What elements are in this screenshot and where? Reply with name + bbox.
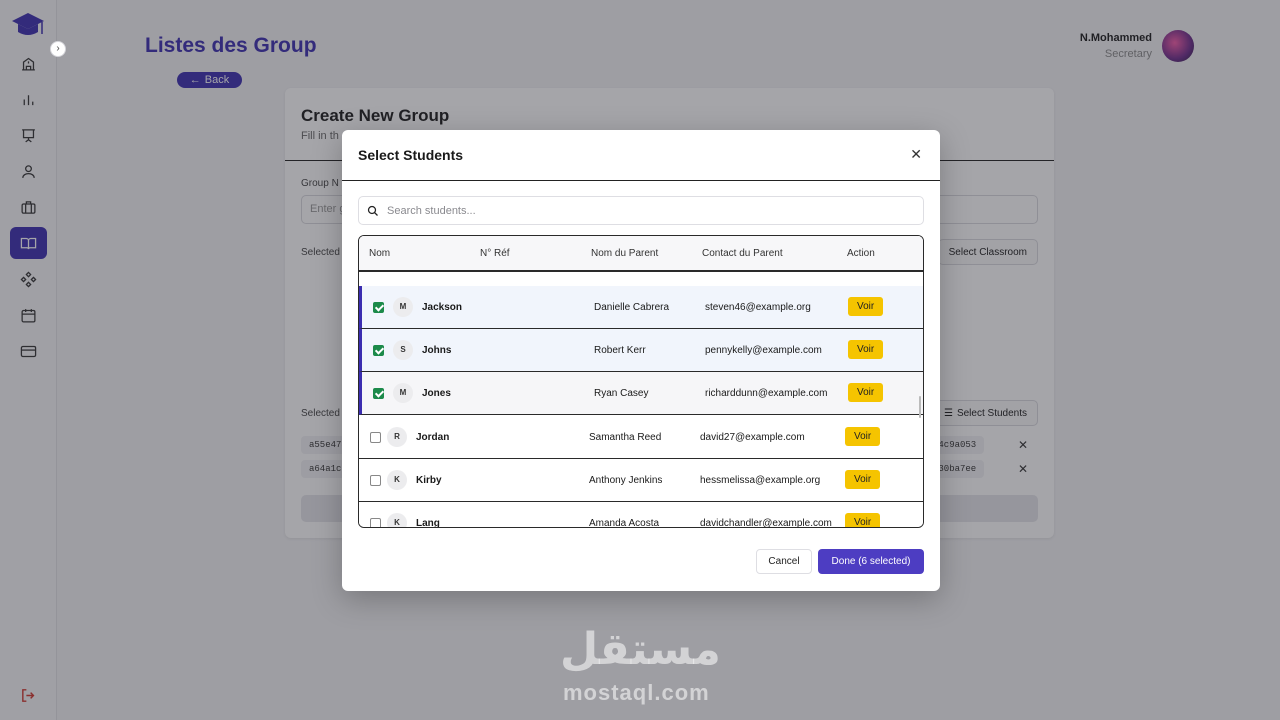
parent-name: Samantha Reed: [589, 432, 662, 443]
search-input[interactable]: [387, 204, 887, 217]
cancel-button[interactable]: Cancel: [756, 549, 812, 574]
parent-contact: steven46@example.org: [705, 302, 811, 313]
student-name: Jones: [422, 388, 451, 399]
select-students-modal: Select Students ✕ M Jackson Danielle Cab…: [342, 130, 940, 591]
table-row[interactable]: K Kirby Anthony Jenkins hessmelissa@exam…: [359, 459, 923, 502]
row-avatar: K: [387, 470, 407, 490]
table-row[interactable]: K Lang Amanda Acosta davidchandler@examp…: [359, 502, 923, 527]
row-avatar: R: [387, 427, 407, 447]
parent-contact: david27@example.com: [700, 432, 805, 443]
table-row[interactable]: R Jordan Samantha Reed david27@example.c…: [359, 416, 923, 459]
parent-name: Anthony Jenkins: [589, 475, 663, 486]
row-avatar: M: [393, 297, 413, 317]
column-header-contact: Contact du Parent: [702, 248, 783, 259]
row-checkbox[interactable]: [370, 475, 381, 486]
row-avatar: M: [393, 383, 413, 403]
table-row[interactable]: M Jackson Danielle Cabrera steven46@exam…: [359, 286, 923, 329]
row-avatar: K: [387, 513, 407, 527]
parent-name: Ryan Casey: [594, 388, 649, 399]
voir-button[interactable]: Voir: [845, 427, 881, 446]
parent-contact: hessmelissa@example.org: [700, 475, 821, 486]
parent-contact: pennykelly@example.com: [705, 345, 822, 356]
student-name: Johns: [422, 345, 452, 356]
voir-button[interactable]: Voir: [848, 340, 884, 359]
column-header-nom: Nom: [369, 248, 391, 259]
modal-divider: [342, 180, 940, 181]
row-checkbox[interactable]: [370, 432, 381, 443]
done-button[interactable]: Done (6 selected): [818, 549, 924, 574]
column-header-parent: Nom du Parent: [591, 248, 659, 259]
watermark-latin: mostaql.com: [563, 680, 710, 705]
row-checkbox[interactable]: [373, 302, 384, 313]
student-name: Jackson: [422, 302, 463, 313]
table-header: Nom N° Réf Nom du Parent Contact du Pare…: [359, 236, 923, 271]
voir-button[interactable]: Voir: [845, 470, 881, 489]
parent-name: Danielle Cabrera: [594, 302, 670, 313]
student-name: Kirby: [416, 475, 442, 486]
search-icon: [367, 205, 378, 216]
student-name: Jordan: [416, 432, 450, 443]
table-scrollbar[interactable]: [919, 396, 921, 418]
parent-name: Amanda Acosta: [589, 518, 660, 527]
column-header-action: Action: [847, 248, 875, 259]
close-icon[interactable]: ✕: [910, 146, 922, 163]
sidebar-collapse-button[interactable]: ›: [50, 41, 66, 57]
voir-button[interactable]: Voir: [848, 383, 884, 402]
student-name: Lang: [416, 518, 440, 527]
voir-button[interactable]: Voir: [845, 513, 881, 527]
column-header-ref: N° Réf: [480, 248, 510, 259]
students-table: M Jackson Danielle Cabrera steven46@exam…: [358, 235, 924, 528]
table-row[interactable]: M Jones Ryan Casey richarddunn@example.c…: [359, 372, 923, 415]
parent-contact: davidchandler@example.com: [700, 518, 832, 527]
search-box[interactable]: [358, 196, 924, 225]
row-avatar: S: [393, 340, 413, 360]
students-table-body[interactable]: M Jackson Danielle Cabrera steven46@exam…: [359, 236, 923, 527]
row-checkbox[interactable]: [370, 518, 381, 527]
parent-contact: richarddunn@example.com: [705, 388, 828, 399]
watermark-arabic: مستقل: [560, 624, 721, 675]
modal-title: Select Students: [358, 147, 464, 163]
row-checkbox[interactable]: [373, 388, 384, 399]
table-row[interactable]: S Johns Robert Kerr pennykelly@example.c…: [359, 329, 923, 372]
row-checkbox[interactable]: [373, 345, 384, 356]
parent-name: Robert Kerr: [594, 345, 646, 356]
voir-button[interactable]: Voir: [848, 297, 884, 316]
chevron-right-icon: ›: [56, 43, 60, 54]
